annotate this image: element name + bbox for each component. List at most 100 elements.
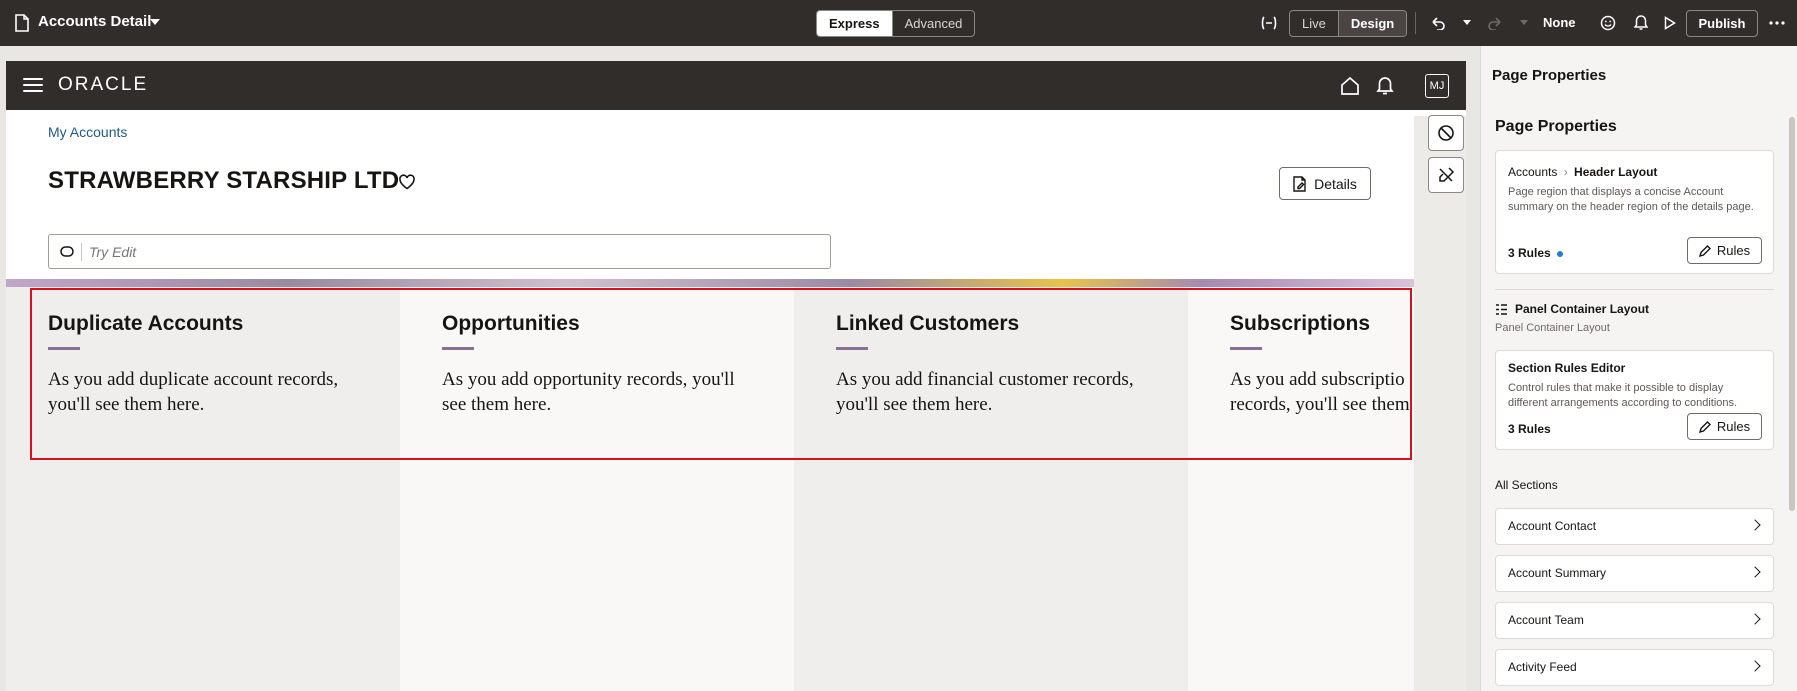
page-icon <box>15 14 29 32</box>
panel-opportunities[interactable]: Opportunities As you add opportunity rec… <box>400 287 794 691</box>
layout-list-icon <box>1496 303 1507 315</box>
panel-empty-message-line: see them here. <box>442 394 552 415</box>
layout-breadcrumb: Accounts › Header Layout <box>1508 165 1657 179</box>
properties-scrollbar[interactable] <box>1789 117 1795 511</box>
home-icon[interactable] <box>1339 75 1361 97</box>
bell-icon[interactable] <box>1630 12 1652 34</box>
card-description: Control rules that make it possible to d… <box>1508 382 1738 409</box>
panel-empty-message-line: As you add opportunity records, you'll <box>442 369 735 390</box>
panel-title: Duplicate Accounts <box>48 312 244 335</box>
header-rules-button[interactable]: Rules <box>1687 237 1762 264</box>
panel-empty-message-line: records, you'll see them <box>1230 394 1410 415</box>
panel-empty-message-line: you'll see them here. <box>836 394 993 415</box>
more-options-icon[interactable] <box>1766 12 1788 34</box>
all-sections-label: All Sections <box>1495 478 1558 492</box>
avatar[interactable]: MJ <box>1425 74 1449 98</box>
unlink-component-button[interactable] <box>1428 157 1464 193</box>
panel-container-layout-title: Panel Container Layout <box>1495 302 1649 316</box>
breadcrumb-current: Header Layout <box>1574 165 1658 179</box>
hamburger-menu-icon[interactable] <box>23 78 43 92</box>
rules-count: 3 Rules <box>1508 246 1563 260</box>
chevron-right-icon <box>1749 519 1761 531</box>
panel-empty-message-line: As you add financial customer records, <box>836 369 1134 390</box>
try-edit-input[interactable] <box>89 235 809 268</box>
section-item-label: Activity Feed <box>1508 660 1577 674</box>
play-icon[interactable] <box>1659 12 1681 34</box>
chevron-right-icon <box>1749 660 1761 672</box>
editor-toolbar: Accounts Detail Express Advanced Live De… <box>0 0 1797 46</box>
notifications-icon[interactable] <box>1374 75 1396 97</box>
panel-empty-message-line: As you add subscriptio <box>1230 369 1405 390</box>
section-rules-card[interactable]: Section Rules Editor Control rules that … <box>1495 350 1774 450</box>
panel-title-underline <box>836 347 868 350</box>
section-item-activity-feed[interactable]: Activity Feed <box>1495 649 1774 686</box>
page-title[interactable]: Accounts Detail <box>38 13 151 30</box>
details-button[interactable]: Details <box>1279 167 1371 200</box>
panel-duplicate-accounts[interactable]: Duplicate Accounts As you add duplicate … <box>6 287 400 691</box>
account-name-title: STRAWBERRY STARSHIP LTD <box>48 167 400 194</box>
section-rules-button[interactable]: Rules <box>1687 413 1762 440</box>
try-edit-field[interactable] <box>48 234 831 269</box>
chevron-down-icon[interactable] <box>150 19 160 25</box>
smiley-icon[interactable] <box>1597 12 1619 34</box>
panel-container: Duplicate Accounts As you add duplicate … <box>6 287 1414 691</box>
panel-empty-message: As you add financial customer records, y… <box>836 367 1166 417</box>
pencil-icon <box>1698 244 1711 257</box>
preview-side-tools <box>1414 115 1466 691</box>
redo-icon[interactable] <box>1484 12 1506 34</box>
favorite-heart-icon[interactable] <box>398 173 416 191</box>
rules-count-text: 3 Rules <box>1508 246 1551 260</box>
ai-assist-icon <box>60 246 74 257</box>
edit-document-icon <box>1293 175 1306 192</box>
panel-title-underline <box>442 347 474 350</box>
rules-button-label: Rules <box>1716 419 1751 434</box>
panel-empty-message: As you add opportunity records, you'll s… <box>442 367 772 417</box>
chevron-right-icon <box>1749 613 1761 625</box>
publish-button[interactable]: Publish <box>1686 10 1758 37</box>
panel-title: Linked Customers <box>836 312 1020 335</box>
hide-edit-icon <box>1439 167 1455 182</box>
panel-title-underline <box>1230 347 1262 350</box>
section-item-label: Account Summary <box>1508 566 1607 580</box>
oracle-logo: ORACLE <box>58 74 149 95</box>
prohibited-icon <box>1438 125 1454 141</box>
rules-button-label: Rules <box>1716 243 1751 258</box>
panel-empty-message-line: you'll see them here. <box>48 394 205 415</box>
panel-subscriptions[interactable]: Subscriptions As you add subscriptio rec… <box>1188 287 1414 691</box>
section-item-account-contact[interactable]: Account Contact <box>1495 508 1774 545</box>
status-dot <box>1556 250 1563 257</box>
rules-count: 3 Rules <box>1508 422 1551 436</box>
hide-component-button[interactable] <box>1428 115 1464 151</box>
panel-empty-message: As you add duplicate account records, yo… <box>48 367 378 417</box>
section-title: Page Properties <box>1495 118 1617 135</box>
breadcrumb[interactable]: My Accounts <box>48 124 127 140</box>
card-description: Page region that displays a concise Acco… <box>1508 186 1754 213</box>
panel-title-underline <box>48 347 80 350</box>
redo-menu-chevron-icon[interactable] <box>1513 12 1535 34</box>
section-item-account-team[interactable]: Account Team <box>1495 602 1774 639</box>
section-item-account-summary[interactable]: Account Summary <box>1495 555 1774 592</box>
panel-empty-message: As you add subscriptio records, you'll s… <box>1230 367 1414 417</box>
header-banner-image <box>6 279 1414 287</box>
panel-title: Opportunities <box>442 312 580 335</box>
pane-title: Page Properties <box>1492 67 1607 84</box>
undo-menu-chevron-icon[interactable] <box>1456 12 1478 34</box>
header-layout-card[interactable]: Accounts › Header Layout Page region tha… <box>1495 150 1774 274</box>
mode-advanced-button[interactable]: Advanced <box>891 11 975 36</box>
mode-express-button[interactable]: Express <box>817 11 892 36</box>
view-design-button[interactable]: Design <box>1337 11 1407 36</box>
app-header: ORACLE MJ <box>6 61 1466 110</box>
section-divider <box>1495 289 1774 290</box>
panel-container-title-text: Panel Container Layout <box>1515 302 1650 316</box>
app-preview: ORACLE MJ My Accounts STRAWBERRY STARSHI… <box>6 61 1466 691</box>
toolbar-divider <box>1415 12 1416 34</box>
variables-icon[interactable] <box>1258 12 1280 34</box>
panel-empty-message-line: As you add duplicate account records, <box>48 369 339 390</box>
section-item-label: Account Team <box>1508 613 1584 627</box>
undo-icon[interactable] <box>1427 12 1449 34</box>
sandbox-label[interactable]: None <box>1543 15 1576 30</box>
panel-container-subtitle: Panel Container Layout <box>1495 322 1610 334</box>
breadcrumb-parent[interactable]: Accounts <box>1508 165 1557 179</box>
view-live-button[interactable]: Live <box>1290 11 1338 36</box>
panel-linked-customers[interactable]: Linked Customers As you add financial cu… <box>794 287 1188 691</box>
